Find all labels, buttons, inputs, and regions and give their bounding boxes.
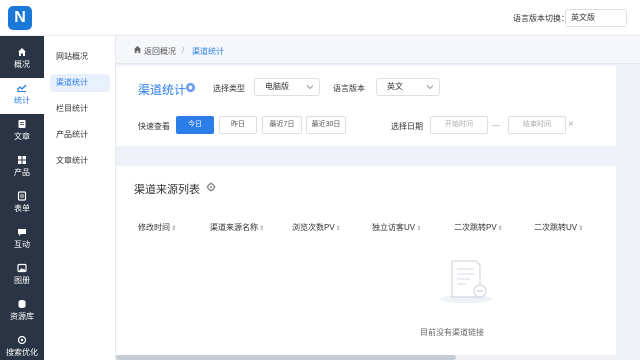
sub-navigation: 网站概况 渠道统计 栏目统计 产品统计 文章统计	[44, 36, 116, 360]
column-header-label: 独立访客UV	[372, 223, 416, 232]
sidebar-item-label: 搜索优化	[6, 348, 38, 357]
sidebar-item-label: 产品	[14, 168, 30, 177]
column-header-uv[interactable]: 独立访客UV⇕	[372, 222, 421, 233]
column-header-pv[interactable]: 浏览次数PV⇕	[292, 222, 341, 233]
scrollbar-thumb[interactable]	[116, 355, 456, 360]
subnav-item-channel-stats[interactable]: 渠道统计	[50, 74, 110, 92]
breadcrumb-back-link[interactable]: 返回概况	[144, 46, 176, 57]
language-select[interactable]: 英文版	[565, 9, 627, 27]
sidebar-item-stats[interactable]: 统计	[0, 78, 44, 114]
column-header-label: 渠道来源名称	[210, 223, 258, 232]
column-header-label: 二次跳转PV	[454, 223, 497, 232]
sort-icon: ⇕	[335, 226, 341, 232]
subnav-item-article-stats[interactable]: 文章统计	[50, 152, 110, 170]
sidebar-item-overview[interactable]: 概况	[0, 42, 44, 78]
subnav-item-site-overview[interactable]: 网站概况	[50, 48, 110, 66]
yesterday-button[interactable]: 昨日	[219, 116, 257, 134]
main-sidebar: 概况 统计 文章 产品 表单 互动 图册 资源库 搜索优化	[0, 36, 44, 360]
date-label: 选择日期	[391, 122, 423, 131]
breadcrumb-separator: /	[182, 46, 185, 55]
sort-icon: ⇕	[171, 226, 177, 232]
empty-document-icon	[440, 260, 492, 303]
home-icon	[18, 48, 26, 56]
column-header-label: 修改时间	[138, 223, 170, 232]
version-select[interactable]: 英文	[376, 78, 440, 96]
database-icon	[18, 300, 26, 308]
type-select-value: 电脑版	[265, 82, 289, 91]
sidebar-item-label: 表单	[14, 204, 30, 213]
sidebar-item-articles[interactable]: 文章	[0, 114, 44, 150]
language-switch-label: 语言版本切换：	[513, 14, 569, 23]
article-icon	[18, 120, 26, 128]
sidebar-item-album[interactable]: 图册	[0, 258, 44, 294]
breadcrumb-current: 渠道统计	[192, 47, 224, 56]
horizontal-scrollbar[interactable]	[116, 355, 616, 360]
sidebar-item-label: 互动	[14, 240, 30, 249]
column-header-second-jump-pv[interactable]: 二次跳转PV⇕	[454, 222, 503, 233]
type-label: 选择类型	[213, 84, 245, 93]
seo-icon	[17, 335, 27, 345]
list-title: 渠道来源列表	[134, 184, 200, 196]
last-30-days-button[interactable]: 最近30日	[306, 116, 346, 134]
form-icon	[17, 191, 27, 201]
chevron-down-icon	[306, 85, 314, 90]
chevron-down-icon	[426, 85, 434, 90]
settings-icon[interactable]	[185, 82, 196, 93]
chat-icon	[18, 229, 26, 236]
chart-icon	[17, 84, 27, 92]
column-header-second-jump-uv[interactable]: 二次跳转UV⇕	[534, 222, 583, 233]
type-select[interactable]: 电脑版	[254, 78, 320, 96]
app-logo[interactable]: N	[8, 6, 32, 30]
empty-state-text: 目前没有渠道链接	[420, 328, 484, 337]
product-icon	[18, 156, 26, 164]
sort-icon: ⇕	[497, 226, 503, 232]
column-header-modified-time[interactable]: 修改时间⇕	[138, 222, 176, 233]
last-7-days-button[interactable]: 最近7日	[262, 116, 302, 134]
end-date-input[interactable]: 结束时间	[508, 116, 566, 134]
sidebar-item-resources[interactable]: 资源库	[0, 294, 44, 330]
start-date-input[interactable]: 开始时间	[430, 116, 488, 134]
top-bar: N 语言版本切换： 英文版	[0, 0, 640, 36]
gear-icon[interactable]	[206, 182, 216, 192]
today-button[interactable]: 今日	[176, 116, 214, 134]
sidebar-item-forms[interactable]: 表单	[0, 186, 44, 222]
column-header-label: 二次跳转UV	[534, 223, 578, 232]
sort-icon: ⇕	[416, 226, 422, 232]
album-icon	[17, 263, 27, 273]
version-label: 语言版本	[333, 84, 365, 93]
sort-icon: ⇕	[578, 226, 584, 232]
filter-panel: 渠道统计 选择类型 电脑版 语言版本 英文 快速查看 今日 昨日 最近7日 最近…	[116, 66, 616, 146]
page-title: 渠道统计	[138, 83, 187, 97]
breadcrumb: 返回概况 / 渠道统计	[116, 36, 640, 64]
sidebar-item-label: 概况	[14, 60, 30, 69]
channel-list-panel: 渠道来源列表 修改时间⇕ 渠道来源名称⇕ 浏览次数PV⇕ 独立访客UV⇕ 二次跳…	[116, 166, 616, 360]
sidebar-item-products[interactable]: 产品	[0, 150, 44, 186]
sidebar-item-interaction[interactable]: 互动	[0, 222, 44, 258]
sidebar-item-label: 文章	[14, 132, 30, 141]
sidebar-item-seo[interactable]: 搜索优化	[0, 330, 44, 360]
column-header-channel-name[interactable]: 渠道来源名称⇕	[210, 222, 264, 233]
sidebar-item-label: 统计	[14, 96, 30, 105]
clear-date-icon[interactable]: ×	[568, 119, 574, 130]
sort-icon: ⇕	[259, 226, 265, 232]
home-icon	[133, 45, 142, 54]
version-select-value: 英文	[387, 82, 403, 91]
sidebar-item-label: 资源库	[10, 312, 34, 321]
column-header-label: 浏览次数PV	[292, 223, 335, 232]
subnav-item-product-stats[interactable]: 产品统计	[50, 126, 110, 144]
subnav-item-column-stats[interactable]: 栏目统计	[50, 100, 110, 118]
sidebar-item-label: 图册	[14, 276, 30, 285]
quick-view-label: 快速查看	[138, 122, 170, 131]
date-range-separator: —	[492, 121, 500, 130]
